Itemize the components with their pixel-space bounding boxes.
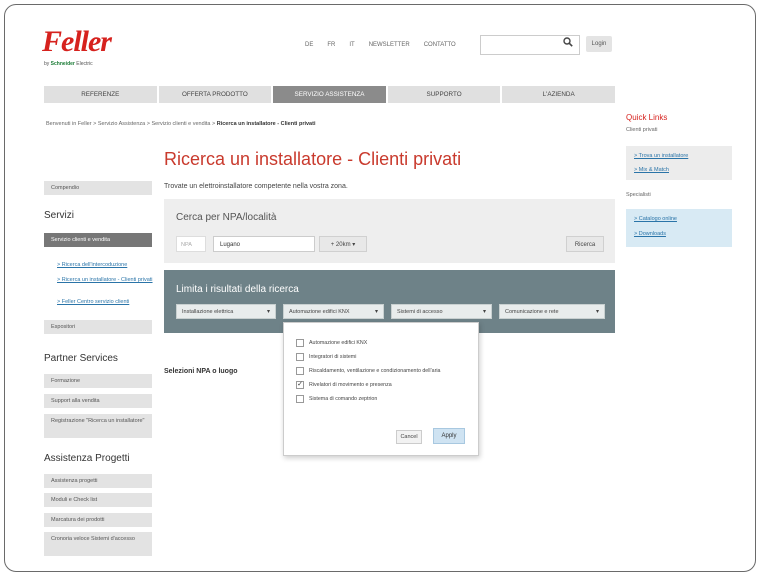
quicklink-downloads[interactable]: > Downloads: [634, 231, 666, 237]
logo-text: Feller: [42, 25, 112, 58]
ricerca-button[interactable]: Ricerca: [566, 236, 604, 252]
sidebar-marcatura[interactable]: Marcatura dei prodotti: [44, 513, 152, 527]
nav-offerta-prodotto[interactable]: OFFERTA PRODOTTO: [159, 86, 274, 103]
quicklink-catalogo[interactable]: > Catalogo online: [634, 216, 677, 222]
main-nav: REFERENZE OFFERTA PRODOTTO SERVIZIO ASSI…: [44, 86, 615, 103]
newsletter-link[interactable]: NEWSLETTER: [369, 42, 410, 48]
dropdown-option[interactable]: Integratori di sistemi: [296, 353, 356, 361]
radius-select[interactable]: + 20km ▾: [319, 236, 367, 252]
dropdown-option[interactable]: Riscaldamento, ventilazione e condiziona…: [296, 367, 440, 375]
selection-label: Selezioni NPA o luogo: [164, 368, 238, 375]
city-input[interactable]: Lugano: [213, 236, 315, 252]
quicklinks-title: Quick Links: [626, 113, 668, 122]
lang-de-link[interactable]: DE: [305, 42, 313, 48]
filter-panel-title: Limita i risultati della ricerca: [176, 284, 299, 295]
nav-supporto[interactable]: SUPPORTO: [388, 86, 503, 103]
filter-automazione-select[interactable]: Automazione edifici KNX ▾: [283, 304, 384, 319]
sidebar-cronoria[interactable]: Cronoria veloce Sistemi d'accesso: [44, 532, 152, 556]
sidebar-moduli-checklist[interactable]: Moduli e Check list: [44, 493, 152, 507]
checkbox[interactable]: [296, 367, 304, 375]
chevron-down-icon: ▾: [374, 309, 378, 315]
breadcrumb-path[interactable]: Benvenuti in Feller > Servizio Assistenz…: [46, 121, 217, 127]
lang-it-link[interactable]: IT: [349, 42, 354, 48]
lang-fr-link[interactable]: FR: [327, 42, 335, 48]
nav-referenze[interactable]: REFERENZE: [44, 86, 159, 103]
sidebar-support-vendita[interactable]: Support alla vendita: [44, 394, 152, 408]
checkbox[interactable]: [296, 353, 304, 361]
chevron-down-icon: ▾: [352, 242, 356, 248]
cancel-button[interactable]: Cancel: [396, 430, 422, 444]
logo-subtitle: by Schneider Electric: [44, 61, 93, 67]
dropdown-option[interactable]: Automazione edifici KNX: [296, 339, 367, 347]
breadcrumb-current: Ricerca un installatore - Clienti privat…: [216, 121, 316, 127]
sidebar-compendio[interactable]: Compendio: [44, 181, 152, 195]
top-links: DE FR IT NEWSLETTER CONTATTO: [305, 42, 456, 48]
quicklink-mix-match[interactable]: > Mix & Match: [634, 167, 669, 173]
dropdown-option[interactable]: ✓ Rivelatori di movimento e presenza: [296, 381, 392, 389]
sidebar-servizi-title: Servizi: [44, 210, 75, 221]
chevron-down-icon: ▾: [595, 309, 599, 315]
dropdown-option[interactable]: Sistema di comando zeptrion: [296, 395, 377, 403]
filter-accesso-select[interactable]: Sistemi di accesso ▾: [391, 304, 492, 319]
chevron-down-icon: ▾: [266, 309, 270, 315]
nav-azienda[interactable]: L'AZIENDA: [502, 86, 615, 103]
checkbox[interactable]: [296, 395, 304, 403]
npa-input[interactable]: NPA: [176, 236, 206, 252]
sidebar-progetti-title: Assistenza Progetti: [44, 453, 130, 464]
sidebar-registrazione[interactable]: Registrazione "Ricerca un installatore": [44, 414, 152, 438]
quicklink-trova-installatore[interactable]: > Trova un installatore: [634, 153, 688, 159]
sidebar-assistenza-progetti[interactable]: Assistenza progetti: [44, 474, 152, 488]
login-button[interactable]: Login: [586, 36, 612, 52]
contatto-link[interactable]: CONTATTO: [424, 42, 456, 48]
quicklinks-specialisti-box: > Catalogo online > Downloads: [626, 209, 732, 247]
checkbox[interactable]: [296, 339, 304, 347]
search-panel-title: Cerca per NPA/località: [176, 212, 277, 223]
search-panel: [164, 199, 615, 263]
page-title: Ricerca un installatore - Clienti privat…: [164, 149, 462, 169]
sidebar-espositori[interactable]: Espositori: [44, 320, 152, 334]
sidebar-link-intercoduzione[interactable]: > Ricerca dell'intercoduzione: [57, 262, 155, 268]
feller-logo[interactable]: Feller by Schneider Electric: [42, 25, 122, 69]
chevron-down-icon: ▾: [482, 309, 486, 315]
sidebar-servizio-clienti[interactable]: Servizio clienti e vendita: [44, 233, 152, 247]
nav-servizio-assistenza[interactable]: SERVIZIO ASSISTENZA: [273, 86, 388, 103]
page-subtitle: Trovate un elettroinstallatore competent…: [164, 183, 348, 190]
sidebar-link-centro-servizio[interactable]: > Feller Centro servizio clienti: [57, 299, 155, 305]
apply-button[interactable]: Apply: [433, 428, 465, 444]
quicklinks-specialisti-label: Specialisti: [626, 192, 651, 198]
breadcrumb: Benvenuti in Feller > Servizio Assistenz…: [46, 121, 315, 127]
quicklinks-clienti-box: > Trova un installatore > Mix & Match: [626, 146, 732, 180]
sidebar-formazione[interactable]: Formazione: [44, 374, 152, 388]
sidebar-link-ricerca-installatore[interactable]: > Ricerca un installatore - Clienti priv…: [57, 277, 155, 284]
filter-comunicazione-select[interactable]: Comunicazione e rete ▾: [499, 304, 605, 319]
quicklinks-clienti-label: Clienti privati: [626, 127, 658, 133]
checkbox-checked[interactable]: ✓: [296, 381, 304, 389]
filter-installazione-select[interactable]: Installazione elettrica ▾: [176, 304, 276, 319]
search-icon[interactable]: [563, 37, 573, 50]
sidebar-partner-title: Partner Services: [44, 353, 118, 364]
